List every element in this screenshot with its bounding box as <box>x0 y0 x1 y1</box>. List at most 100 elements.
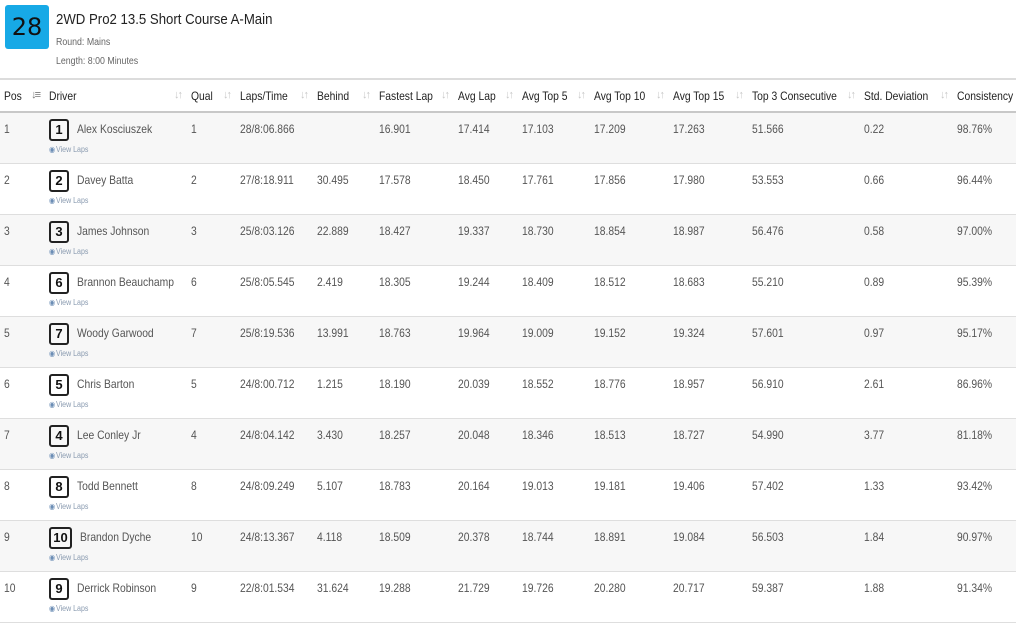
cell-avg-top-10-value: 17.856 <box>594 172 626 187</box>
cell-std-deviation-value: 0.89 <box>864 274 885 289</box>
cell-fastest-lap: 18.783 <box>375 469 454 520</box>
column-header-laps-time[interactable]: Laps/Time ↓↑ <box>236 79 313 112</box>
column-header-std-deviation[interactable]: Std. Deviation ↓↑ <box>860 79 953 112</box>
cell-avg-top-5-value: 18.552 <box>522 376 554 391</box>
column-header-fastest-lap[interactable]: Fastest Lap ↓↑ <box>375 79 454 112</box>
cell-behind-value: 22.889 <box>317 223 349 238</box>
view-laps-label: View Laps <box>56 145 89 154</box>
column-header-top-3-consecutive[interactable]: Top 3 Consecutive ↓↑ <box>748 79 860 112</box>
view-laps-label: View Laps <box>56 348 89 358</box>
column-header-avg-top-5[interactable]: Avg Top 5 ↓↑ <box>518 79 590 112</box>
cell-top-3-consecutive: 51.566 <box>748 112 860 163</box>
driver-name: Alex Kosciuszek <box>77 122 153 136</box>
table-row: 10 9 Derrick Robinson ◉View Laps 9 22/8:01.53… <box>0 571 1016 622</box>
cell-avg-lap: 19.244 <box>454 265 518 316</box>
column-header-qual[interactable]: Qual ↓↑ <box>187 79 236 112</box>
sort-icon: ↓↑ <box>940 89 949 101</box>
cell-consistency: 81.18% <box>953 418 1016 469</box>
view-laps-label: View Laps <box>56 246 89 256</box>
cell-pos-value: 9 <box>4 529 10 544</box>
cell-avg-lap-value: 20.039 <box>458 376 490 391</box>
cell-consistency: 95.39% <box>953 265 1016 316</box>
cell-avg-lap-value: 19.244 <box>458 274 490 289</box>
cell-pos: 4 <box>0 265 45 316</box>
cell-avg-top-15-value: 18.683 <box>673 274 705 289</box>
view-laps-link[interactable]: ◉View Laps <box>49 400 170 409</box>
cell-behind-value: 4.118 <box>317 529 343 544</box>
cell-avg-lap: 19.964 <box>454 316 518 367</box>
cell-avg-top-10-value: 18.512 <box>594 274 626 289</box>
cell-consistency-value: 90.97% <box>957 529 993 544</box>
view-laps-link[interactable]: ◉View Laps <box>49 553 170 562</box>
cell-avg-top-5: 17.761 <box>518 163 590 214</box>
view-laps-link[interactable]: ◉View Laps <box>49 298 170 307</box>
cell-laps-time-value: 24/8:00.712 <box>240 376 295 391</box>
cell-avg-top-10: 18.512 <box>590 265 669 316</box>
view-laps-link[interactable]: ◉View Laps <box>49 247 170 256</box>
column-header-behind[interactable]: Behind ↓↑ <box>313 79 375 112</box>
cell-qual-value: 3 <box>191 223 197 238</box>
cell-pos: 6 <box>0 367 45 418</box>
eye-icon: ◉ <box>49 348 56 358</box>
round-label: Round: Mains <box>56 37 111 48</box>
cell-std-deviation: 0.89 <box>860 265 953 316</box>
cell-consistency-value: 95.17% <box>957 325 993 340</box>
cell-laps-time-value: 25/8:19.536 <box>240 325 295 340</box>
cell-avg-lap: 20.039 <box>454 367 518 418</box>
cell-qual: 8 <box>187 469 236 520</box>
cell-fastest-lap-value: 18.257 <box>379 427 411 442</box>
driver-name: Brannon Beauchamp <box>77 274 174 289</box>
cell-fastest-lap: 18.763 <box>375 316 454 367</box>
cell-behind-value: 30.495 <box>317 172 349 187</box>
cell-avg-top-15: 17.980 <box>669 163 748 214</box>
cell-avg-top-5-value: 17.103 <box>522 122 554 136</box>
cell-std-deviation-value: 1.88 <box>864 580 885 595</box>
cell-qual-value: 8 <box>191 478 197 493</box>
cell-avg-top-5: 19.009 <box>518 316 590 367</box>
cell-avg-top-10-value: 20.280 <box>594 580 626 595</box>
cell-laps-time-value: 27/8:18.911 <box>240 172 294 187</box>
cell-avg-top-15: 19.324 <box>669 316 748 367</box>
cell-consistency: 93.42% <box>953 469 1016 520</box>
cell-consistency: 90.97% <box>953 520 1016 571</box>
eye-icon: ◉ <box>49 603 56 613</box>
cell-behind-value: 3.430 <box>317 427 343 442</box>
driver-name: Davey Batta <box>77 172 134 187</box>
view-laps-label: View Laps <box>56 450 89 460</box>
cell-laps-time-value: 24/8:13.367 <box>240 529 295 544</box>
column-header-pos[interactable]: Pos ↓≡ <box>0 79 45 112</box>
view-laps-link[interactable]: ◉View Laps <box>49 145 170 154</box>
column-header-avg-top-10[interactable]: Avg Top 10 ↓↑ <box>590 79 669 112</box>
cell-std-deviation: 2.61 <box>860 367 953 418</box>
cell-avg-top-10-value: 17.209 <box>594 122 626 136</box>
column-header-avg-top-15[interactable]: Avg Top 15 ↓↑ <box>669 79 748 112</box>
cell-top-3-consecutive-value: 56.476 <box>752 223 784 238</box>
cell-pos: 8 <box>0 469 45 520</box>
cell-std-deviation: 1.33 <box>860 469 953 520</box>
cell-fastest-lap-value: 18.427 <box>379 223 411 238</box>
cell-laps-time-value: 22/8:01.534 <box>240 580 295 595</box>
driver-name: Lee Conley Jr <box>77 427 141 442</box>
view-laps-link[interactable]: ◉View Laps <box>49 451 170 460</box>
cell-driver: 9 Derrick Robinson ◉View Laps <box>45 571 187 622</box>
cell-qual: 5 <box>187 367 236 418</box>
table-row: 9 10 Brandon Dyche ◉View Laps 10 24/8:13.367 4… <box>0 520 1016 571</box>
cell-qual: 1 <box>187 112 236 163</box>
cell-top-3-consecutive: 57.601 <box>748 316 860 367</box>
event-title: 2WD Pro2 13.5 Short Course A-Main <box>56 11 273 28</box>
cell-avg-top-15: 19.406 <box>669 469 748 520</box>
cell-top-3-consecutive: 55.210 <box>748 265 860 316</box>
cell-avg-top-10: 19.152 <box>590 316 669 367</box>
column-header-avg-lap[interactable]: Avg Lap ↓↑ <box>454 79 518 112</box>
cell-laps-time: 27/8:18.911 <box>236 163 313 214</box>
car-number-badge: 1 <box>49 119 69 141</box>
cell-std-deviation: 0.58 <box>860 214 953 265</box>
view-laps-link[interactable]: ◉View Laps <box>49 196 170 205</box>
view-laps-link[interactable]: ◉View Laps <box>49 349 170 358</box>
column-header-consistency[interactable]: Consistency <box>953 79 1016 112</box>
view-laps-link[interactable]: ◉View Laps <box>49 502 170 511</box>
column-header-driver[interactable]: Driver ↓↑ <box>45 79 187 112</box>
cell-std-deviation: 0.22 <box>860 112 953 163</box>
cell-laps-time-value: 24/8:09.249 <box>240 478 295 493</box>
view-laps-link[interactable]: ◉View Laps <box>49 604 170 613</box>
